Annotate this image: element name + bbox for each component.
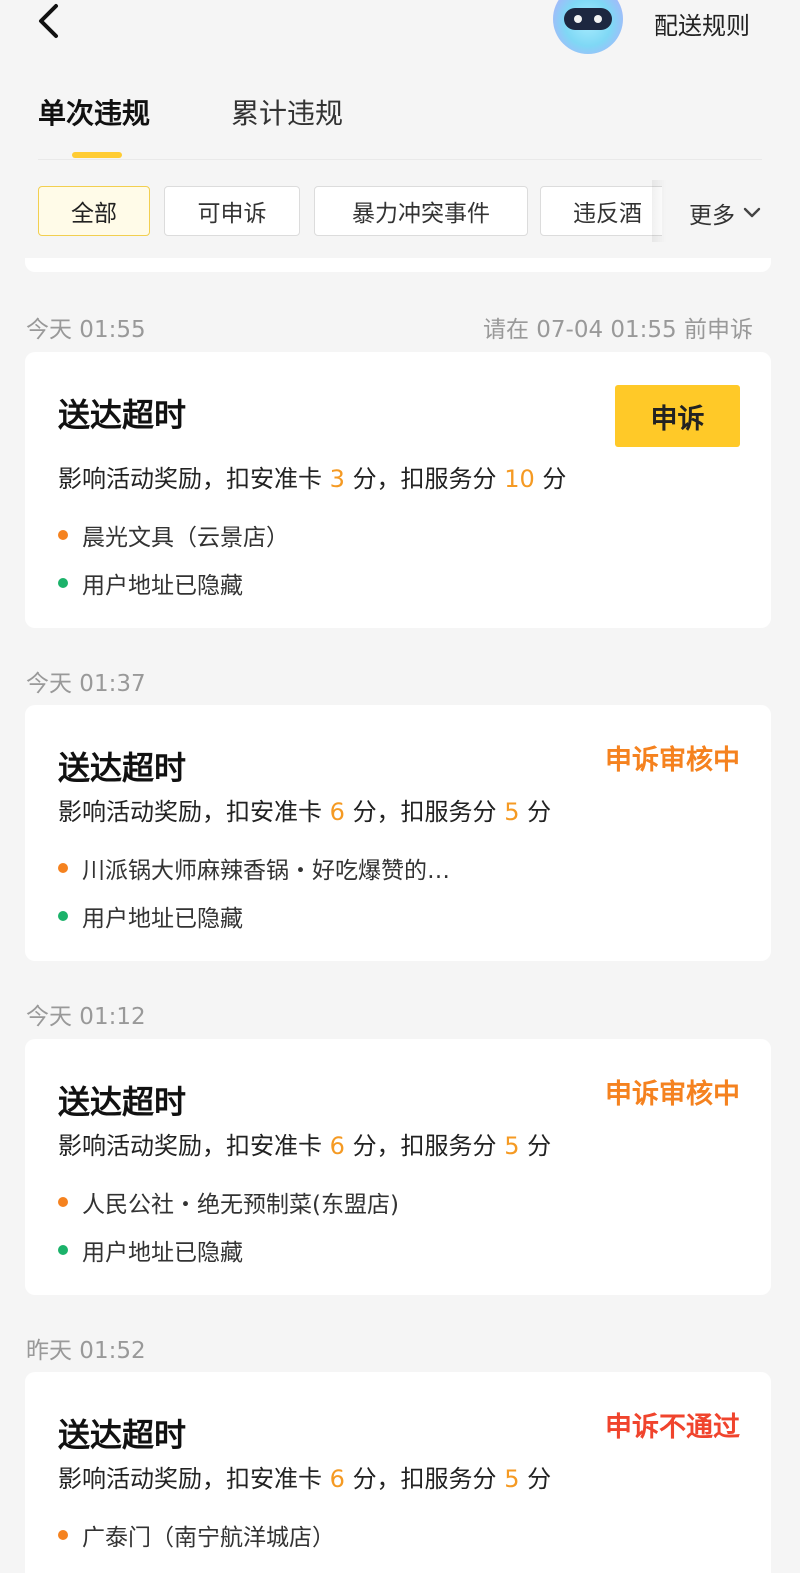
more-filters-button[interactable]: 更多 <box>689 196 761 230</box>
appeal-status: 申诉审核中 <box>605 1079 740 1110</box>
store-row: 人民公社・绝无预制菜(东盟店) <box>58 1185 399 1219</box>
violation-title: 送达超时 <box>58 1083 187 1121</box>
store-row: 广泰门（南宁航洋城店） <box>58 1518 335 1552</box>
violation-tabs: 单次违规 累计违规 <box>38 92 762 160</box>
appeal-deadline: 请在 07-04 01:55 前申诉 <box>482 317 753 343</box>
customer-address: 用户地址已隐藏 <box>82 906 243 932</box>
violation-card[interactable]: 送达超时 申诉审核中 影响活动奖励，扣安准卡 6 分，扣服务分 5 分 人民公社… <box>25 1039 771 1295</box>
violation-title: 送达超时 <box>58 1416 187 1454</box>
address-row: 用户地址已隐藏 <box>58 899 243 933</box>
back-arrow-icon[interactable] <box>30 0 70 44</box>
filter-chip-all[interactable]: 全部 <box>38 186 150 236</box>
appeal-status: 申诉审核中 <box>605 745 740 776</box>
violation-card[interactable]: 送达超时 申诉审核中 影响活动奖励，扣安准卡 6 分，扣服务分 5 分 川派锅大… <box>25 705 771 961</box>
address-row: 用户地址已隐藏 <box>58 566 243 600</box>
more-filters-label: 更多 <box>689 203 735 229</box>
store-name: 晨光文具（云景店） <box>82 525 289 551</box>
appeal-status: 申诉不通过 <box>605 1412 740 1443</box>
violation-card[interactable]: 送达超时 申诉 影响活动奖励，扣安准卡 3 分，扣服务分 10 分 晨光文具（云… <box>25 352 771 628</box>
record-time: 昨天 01:52 <box>26 1338 146 1364</box>
store-dot-icon <box>58 863 68 873</box>
card-points-value: 6 <box>329 1465 345 1493</box>
service-points-value: 5 <box>504 1132 520 1160</box>
penalty-text: 影响活动奖励，扣安准卡 6 分，扣服务分 5 分 <box>58 798 552 826</box>
address-row: 用户地址已隐藏 <box>58 1233 243 1267</box>
customer-address: 用户地址已隐藏 <box>82 1240 243 1266</box>
address-dot-icon <box>58 578 68 588</box>
filter-chip-violation-cut[interactable]: 违反酒 <box>540 186 662 236</box>
violation-title: 送达超时 <box>58 749 187 787</box>
violation-card[interactable]: 送达超时 申诉不通过 影响活动奖励，扣安准卡 6 分，扣服务分 5 分 广泰门（… <box>25 1372 771 1573</box>
previous-card-edge <box>25 258 771 272</box>
violation-title: 送达超时 <box>58 396 187 434</box>
service-points-value: 5 <box>504 1465 520 1493</box>
card-points-value: 6 <box>329 798 345 826</box>
tab-cumulative-violation[interactable]: 累计违规 <box>231 92 343 132</box>
store-name: 川派锅大师麻辣香锅・好吃爆赞的… <box>82 858 450 884</box>
assistant-avatar-icon[interactable] <box>553 0 623 54</box>
filter-chip-bar: 全部 可申诉 暴力冲突事件 违反酒 <box>38 186 662 236</box>
address-dot-icon <box>58 911 68 921</box>
top-bar: 配送规则 <box>0 0 800 60</box>
penalty-text: 影响活动奖励，扣安准卡 3 分，扣服务分 10 分 <box>58 465 567 493</box>
store-dot-icon <box>58 530 68 540</box>
service-points-value: 5 <box>504 798 520 826</box>
filter-chip-appealable[interactable]: 可申诉 <box>164 186 300 236</box>
card-points-value: 3 <box>329 465 345 493</box>
store-row: 川派锅大师麻辣香锅・好吃爆赞的… <box>58 851 450 885</box>
record-time: 今天 01:37 <box>26 671 146 697</box>
store-dot-icon <box>58 1530 68 1540</box>
filter-chip-violent-conflict[interactable]: 暴力冲突事件 <box>314 186 528 236</box>
service-points-value: 10 <box>504 465 535 493</box>
store-name: 人民公社・绝无预制菜(东盟店) <box>82 1192 399 1218</box>
address-dot-icon <box>58 1245 68 1255</box>
record-time: 今天 01:12 <box>26 1004 146 1030</box>
active-tab-indicator <box>72 152 122 158</box>
customer-address: 用户地址已隐藏 <box>82 573 243 599</box>
store-row: 晨光文具（云景店） <box>58 518 289 552</box>
chevron-down-icon <box>743 207 761 218</box>
filter-scroll-fade <box>652 180 666 242</box>
penalty-text: 影响活动奖励，扣安准卡 6 分，扣服务分 5 分 <box>58 1465 552 1493</box>
delivery-rules-link[interactable]: 配送规则 <box>654 6 750 41</box>
store-dot-icon <box>58 1197 68 1207</box>
tab-single-violation[interactable]: 单次违规 <box>38 92 150 132</box>
record-time: 今天 01:55 <box>26 317 146 343</box>
card-points-value: 6 <box>329 1132 345 1160</box>
penalty-text: 影响活动奖励，扣安准卡 6 分，扣服务分 5 分 <box>58 1132 552 1160</box>
appeal-button[interactable]: 申诉 <box>615 385 740 447</box>
store-name: 广泰门（南宁航洋城店） <box>82 1525 335 1551</box>
